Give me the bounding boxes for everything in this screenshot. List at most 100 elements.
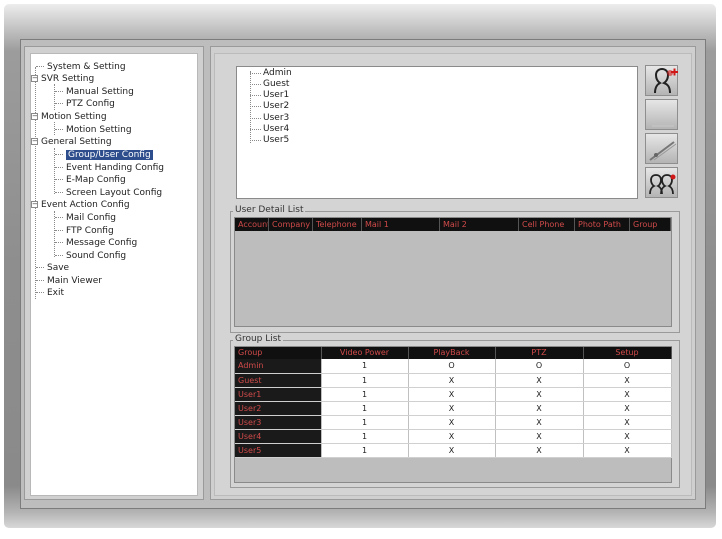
- tree-item-label: PTZ Config: [66, 99, 115, 109]
- group-name-cell: User3: [235, 415, 322, 430]
- setup-cell: X: [583, 387, 672, 402]
- group-users-button[interactable]: [645, 167, 678, 198]
- tree-item-label: Group/User Config: [66, 150, 153, 160]
- column-header[interactable]: Cell Phone: [519, 218, 575, 231]
- video-power-cell: 1: [321, 387, 409, 402]
- group-name-cell: Admin: [235, 359, 322, 374]
- user-tree-connector: [250, 95, 261, 96]
- tree-item-label: Manual Setting: [66, 87, 134, 97]
- playback-cell: X: [408, 443, 496, 458]
- tree-item-label: General Setting: [41, 137, 112, 147]
- group-list-header: Group Video Power PlayBack PTZ Setup: [235, 347, 672, 359]
- tree-item-general-setting[interactable]: − General Setting: [31, 136, 112, 149]
- tree-item-save[interactable]: Save: [36, 262, 69, 275]
- ptz-cell: X: [495, 387, 584, 402]
- user-item-user3[interactable]: User3: [263, 113, 289, 124]
- tree-item-label: Event Action Config: [41, 200, 130, 210]
- column-header[interactable]: Video Power: [321, 347, 409, 359]
- column-header[interactable]: Setup: [583, 347, 672, 359]
- user-detail-table[interactable]: [234, 217, 672, 327]
- column-header[interactable]: Account: [235, 218, 269, 231]
- tree-item-group-user-config[interactable]: Group/User Config: [55, 149, 153, 162]
- group-list-title: Group List: [233, 334, 283, 345]
- table-row[interactable]: User2 1 X X X: [235, 401, 672, 416]
- column-header[interactable]: PlayBack: [408, 347, 496, 359]
- group-users-icon: [649, 174, 676, 195]
- table-row[interactable]: Guest 1 X X X: [235, 373, 672, 388]
- tree-item-exit[interactable]: Exit: [36, 287, 64, 300]
- user-tree-connector: [250, 71, 251, 143]
- setup-cell: X: [583, 415, 672, 430]
- playback-cell: X: [408, 387, 496, 402]
- collapse-toggle-icon[interactable]: −: [31, 113, 38, 120]
- playback-cell: X: [408, 429, 496, 444]
- user-item-user2[interactable]: User2: [263, 101, 289, 112]
- add-user-button[interactable]: [645, 65, 678, 96]
- blank-button[interactable]: [645, 99, 678, 130]
- group-list-table[interactable]: Group Video Power PlayBack PTZ Setup Adm…: [235, 347, 672, 458]
- tree-item-emap-config[interactable]: E-Map Config: [55, 174, 126, 187]
- table-row[interactable]: User3 1 X X X: [235, 415, 672, 430]
- user-tree-connector: [250, 129, 261, 130]
- column-header[interactable]: Mail 1: [362, 218, 440, 231]
- user-item-user5[interactable]: User5: [263, 135, 289, 146]
- column-header[interactable]: Company: [269, 218, 313, 231]
- tree-item-label: Main Viewer: [47, 276, 102, 286]
- table-row[interactable]: User1 1 X X X: [235, 387, 672, 402]
- group-name-cell: Guest: [235, 373, 322, 388]
- user-tree-connector: [250, 106, 261, 107]
- remove-user-button[interactable]: [645, 133, 678, 164]
- tree-item-motion-setting-group[interactable]: − Motion Setting: [31, 111, 107, 124]
- playback-cell: X: [408, 401, 496, 416]
- remove-user-icon: [649, 141, 677, 161]
- collapse-toggle-icon[interactable]: −: [31, 138, 38, 145]
- setup-cell: X: [583, 429, 672, 444]
- user-item-user4[interactable]: User4: [263, 124, 289, 135]
- video-power-cell: 1: [321, 429, 409, 444]
- video-power-cell: 1: [321, 359, 409, 374]
- video-power-cell: 1: [321, 401, 409, 416]
- tree-item-mail-config[interactable]: Mail Config: [55, 212, 116, 225]
- column-header[interactable]: Group: [235, 347, 322, 359]
- user-detail-title: User Detail List: [233, 205, 306, 216]
- column-header[interactable]: Mail 2: [440, 218, 519, 231]
- group-name-cell: User1: [235, 387, 322, 402]
- user-item-user1[interactable]: User1: [263, 90, 289, 101]
- tree-item-svr-setting[interactable]: − SVR Setting: [31, 73, 94, 86]
- table-row[interactable]: Admin 1 O O O: [235, 359, 672, 374]
- tree-item-ptz-config[interactable]: PTZ Config: [55, 98, 115, 111]
- user-item-guest[interactable]: Guest: [263, 79, 289, 90]
- group-name-cell: User4: [235, 429, 322, 444]
- tree-item-label: Screen Layout Config: [66, 188, 163, 198]
- ptz-cell: X: [495, 401, 584, 416]
- collapse-toggle-icon[interactable]: −: [31, 201, 38, 208]
- tree-item-label: Exit: [47, 288, 65, 298]
- video-power-cell: 1: [321, 373, 409, 388]
- column-header[interactable]: Photo Path: [575, 218, 630, 231]
- table-row[interactable]: User4 1 X X X: [235, 429, 672, 444]
- tree-item-label: Event Handing Config: [66, 163, 164, 173]
- user-tree-list[interactable]: [236, 66, 638, 199]
- column-header[interactable]: Group: [630, 218, 671, 231]
- tree-item-label: E-Map Config: [66, 175, 126, 185]
- tree-item-label: Motion Setting: [66, 125, 132, 135]
- tree-item-event-action-config[interactable]: − Event Action Config: [31, 199, 130, 212]
- tree-item-label: Motion Setting: [41, 112, 107, 122]
- playback-cell: X: [408, 415, 496, 430]
- ptz-cell: O: [495, 359, 584, 374]
- blank-icon: [652, 125, 674, 127]
- user-detail-header: Account Company Telephone Mail 1 Mail 2 …: [235, 218, 671, 231]
- group-name-cell: User2: [235, 401, 322, 416]
- column-header[interactable]: Telephone: [313, 218, 362, 231]
- ptz-cell: X: [495, 429, 584, 444]
- column-header[interactable]: PTZ: [495, 347, 584, 359]
- collapse-toggle-icon[interactable]: −: [31, 75, 38, 82]
- table-row[interactable]: User5 1 X X X: [235, 443, 672, 458]
- tree-item-label: Message Config: [66, 238, 138, 248]
- user-tree-connector: [250, 140, 261, 141]
- user-tree-connector: [250, 73, 261, 74]
- tree-item-label: Mail Config: [66, 213, 117, 223]
- user-item-admin[interactable]: Admin: [263, 68, 292, 79]
- tree-item-message-config[interactable]: Message Config: [55, 237, 137, 250]
- playback-cell: O: [408, 359, 496, 374]
